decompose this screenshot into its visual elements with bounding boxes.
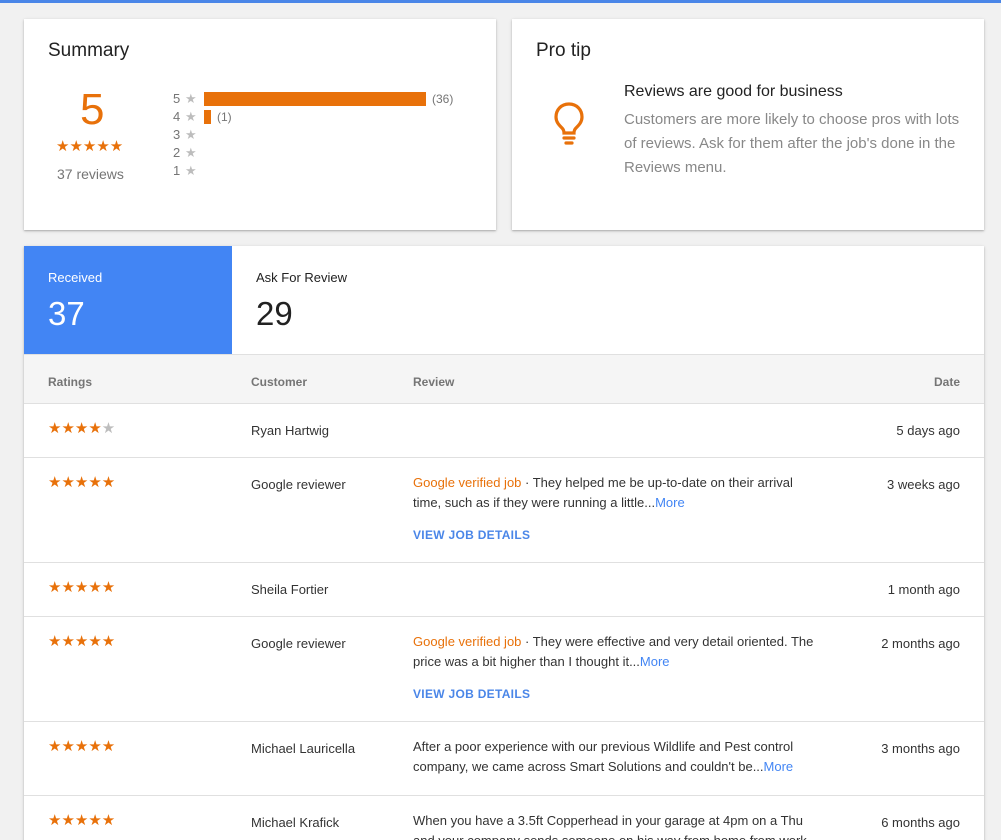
- rating-distribution: 5 ★ (36) 4 ★ (1) 3 ★ 2 ★ 1 ★: [173, 90, 493, 180]
- distribution-row-4: 4 ★ (1): [173, 108, 493, 126]
- star-icon: ★: [185, 127, 197, 142]
- tab-ask-label: Ask For Review: [256, 270, 348, 285]
- stars-filled: ★★★★: [48, 420, 102, 437]
- table-row[interactable]: ★★★★★ Michael Krafick When you have a 3.…: [24, 796, 984, 840]
- row-customer: Ryan Hartwig: [251, 423, 330, 438]
- header-review[interactable]: Review: [413, 375, 454, 389]
- row-rating-stars: ★★★★★: [48, 633, 116, 650]
- review-text: After a poor experience with our previou…: [413, 739, 794, 774]
- average-rating: 5: [80, 85, 105, 134]
- table-row[interactable]: ★★★★★ Ryan Hartwig 5 days ago: [24, 404, 984, 458]
- distribution-bar: [204, 92, 426, 106]
- row-date: 3 months ago: [881, 741, 960, 756]
- tab-ask-for-review[interactable]: Ask For Review 29: [232, 246, 984, 354]
- table-header: Ratings Customer Review Date: [24, 354, 984, 404]
- tab-received-label: Received: [48, 270, 103, 285]
- row-review: After a poor experience with our previou…: [413, 737, 818, 777]
- stars-empty: ★: [101, 420, 116, 437]
- distribution-label: 5: [173, 91, 181, 106]
- distribution-row-3: 3 ★: [173, 126, 493, 144]
- distribution-label: 2: [173, 145, 181, 160]
- row-date: 3 weeks ago: [887, 477, 960, 492]
- row-rating-stars: ★★★★★: [48, 812, 116, 829]
- distribution-count: (36): [432, 92, 454, 106]
- star-icon: ★: [185, 145, 197, 160]
- table-row[interactable]: ★★★★★ Sheila Fortier 1 month ago: [24, 563, 984, 617]
- star-icon: ★: [185, 163, 197, 178]
- distribution-bar: [204, 110, 211, 124]
- star-icon: ★: [185, 109, 197, 124]
- summary-title: Summary: [48, 40, 130, 61]
- distribution-row-1: 1 ★: [173, 162, 493, 180]
- verified-job-badge: Google verified job: [413, 475, 522, 490]
- row-customer: Google reviewer: [251, 636, 346, 651]
- review-count: 37 reviews: [57, 166, 124, 182]
- row-customer: Google reviewer: [251, 477, 346, 492]
- average-stars: ★★★★★: [56, 138, 124, 155]
- table-row[interactable]: ★★★★★ Michael Lauricella After a poor ex…: [24, 722, 984, 796]
- row-customer: Michael Krafick: [251, 815, 340, 830]
- tab-received[interactable]: Received 37: [24, 246, 232, 354]
- row-review: Google verified job · They helped me be …: [413, 473, 818, 545]
- header-ratings[interactable]: Ratings: [48, 375, 92, 389]
- row-customer: Sheila Fortier: [251, 582, 329, 597]
- review-text: When you have a 3.5ft Copperhead in your…: [413, 813, 807, 840]
- pro-tip-heading: Reviews are good for business: [624, 83, 843, 100]
- row-date: 1 month ago: [887, 582, 960, 597]
- more-link[interactable]: More: [655, 495, 685, 510]
- distribution-label: 1: [173, 163, 181, 178]
- summary-card: Summary 5 ★★★★★ 37 reviews 5 ★ (36) 4 ★ …: [24, 19, 496, 230]
- row-customer: Michael Lauricella: [251, 741, 356, 756]
- tab-received-count: 37: [48, 295, 85, 332]
- more-link[interactable]: More: [640, 654, 670, 669]
- distribution-row-2: 2 ★: [173, 144, 493, 162]
- view-job-details-link[interactable]: VIEW JOB DETAILS: [413, 684, 818, 704]
- row-review: When you have a 3.5ft Copperhead in your…: [413, 811, 818, 840]
- header-customer[interactable]: Customer: [251, 375, 307, 389]
- row-rating-stars: ★★★★★: [48, 421, 115, 437]
- lightbulb-icon: [552, 100, 586, 153]
- distribution-label: 3: [173, 127, 181, 142]
- row-date: 5 days ago: [896, 423, 960, 438]
- view-job-details-link[interactable]: VIEW JOB DETAILS: [413, 525, 818, 545]
- row-rating-stars: ★★★★★: [48, 474, 116, 491]
- verified-job-badge: Google verified job: [413, 634, 522, 649]
- header-date[interactable]: Date: [934, 375, 960, 389]
- table-row[interactable]: ★★★★★ Google reviewer Google verified jo…: [24, 458, 984, 563]
- pro-tip-title: Pro tip: [536, 40, 591, 61]
- star-icon: ★: [185, 91, 197, 106]
- top-accent-bar: [0, 0, 1001, 3]
- more-link[interactable]: More: [764, 759, 794, 774]
- distribution-row-5: 5 ★ (36): [173, 90, 493, 108]
- reviews-card: Received 37 Ask For Review 29 Ratings Cu…: [24, 246, 984, 840]
- row-date: 6 months ago: [881, 815, 960, 830]
- table-row[interactable]: ★★★★★ Google reviewer Google verified jo…: [24, 617, 984, 722]
- row-review: Google verified job · They were effectiv…: [413, 632, 818, 704]
- pro-tip-body: Customers are more likely to choose pros…: [624, 111, 960, 176]
- pro-tip-card: Pro tip Reviews are good for business Cu…: [512, 19, 984, 230]
- distribution-label: 4: [173, 109, 181, 124]
- row-rating-stars: ★★★★★: [48, 738, 116, 755]
- distribution-count: (1): [217, 110, 232, 124]
- tab-ask-count: 29: [256, 295, 293, 332]
- row-date: 2 months ago: [881, 636, 960, 651]
- row-rating-stars: ★★★★★: [48, 579, 116, 596]
